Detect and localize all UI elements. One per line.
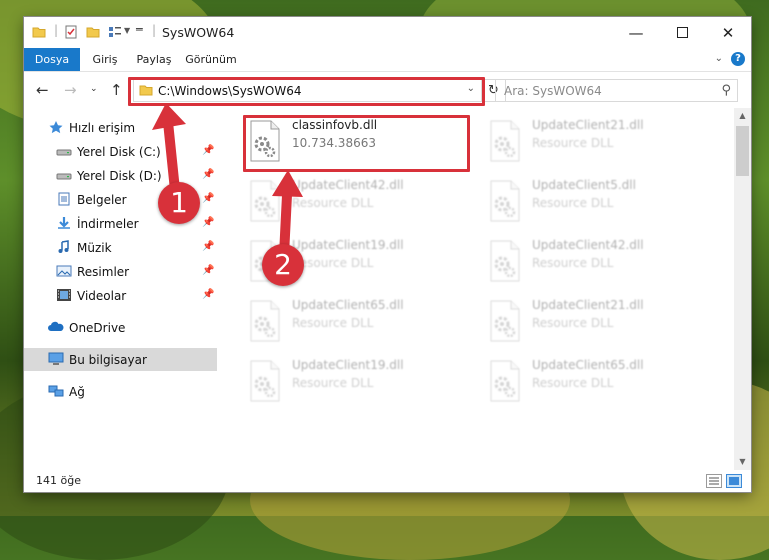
callout-arrow-1 xyxy=(163,117,180,195)
arrow-head-2 xyxy=(272,170,303,197)
callout-arrows xyxy=(152,103,303,260)
arrow-head-1 xyxy=(152,103,186,130)
callout-number-1: 1 xyxy=(158,182,200,224)
callout-number-2: 2 xyxy=(262,244,304,286)
